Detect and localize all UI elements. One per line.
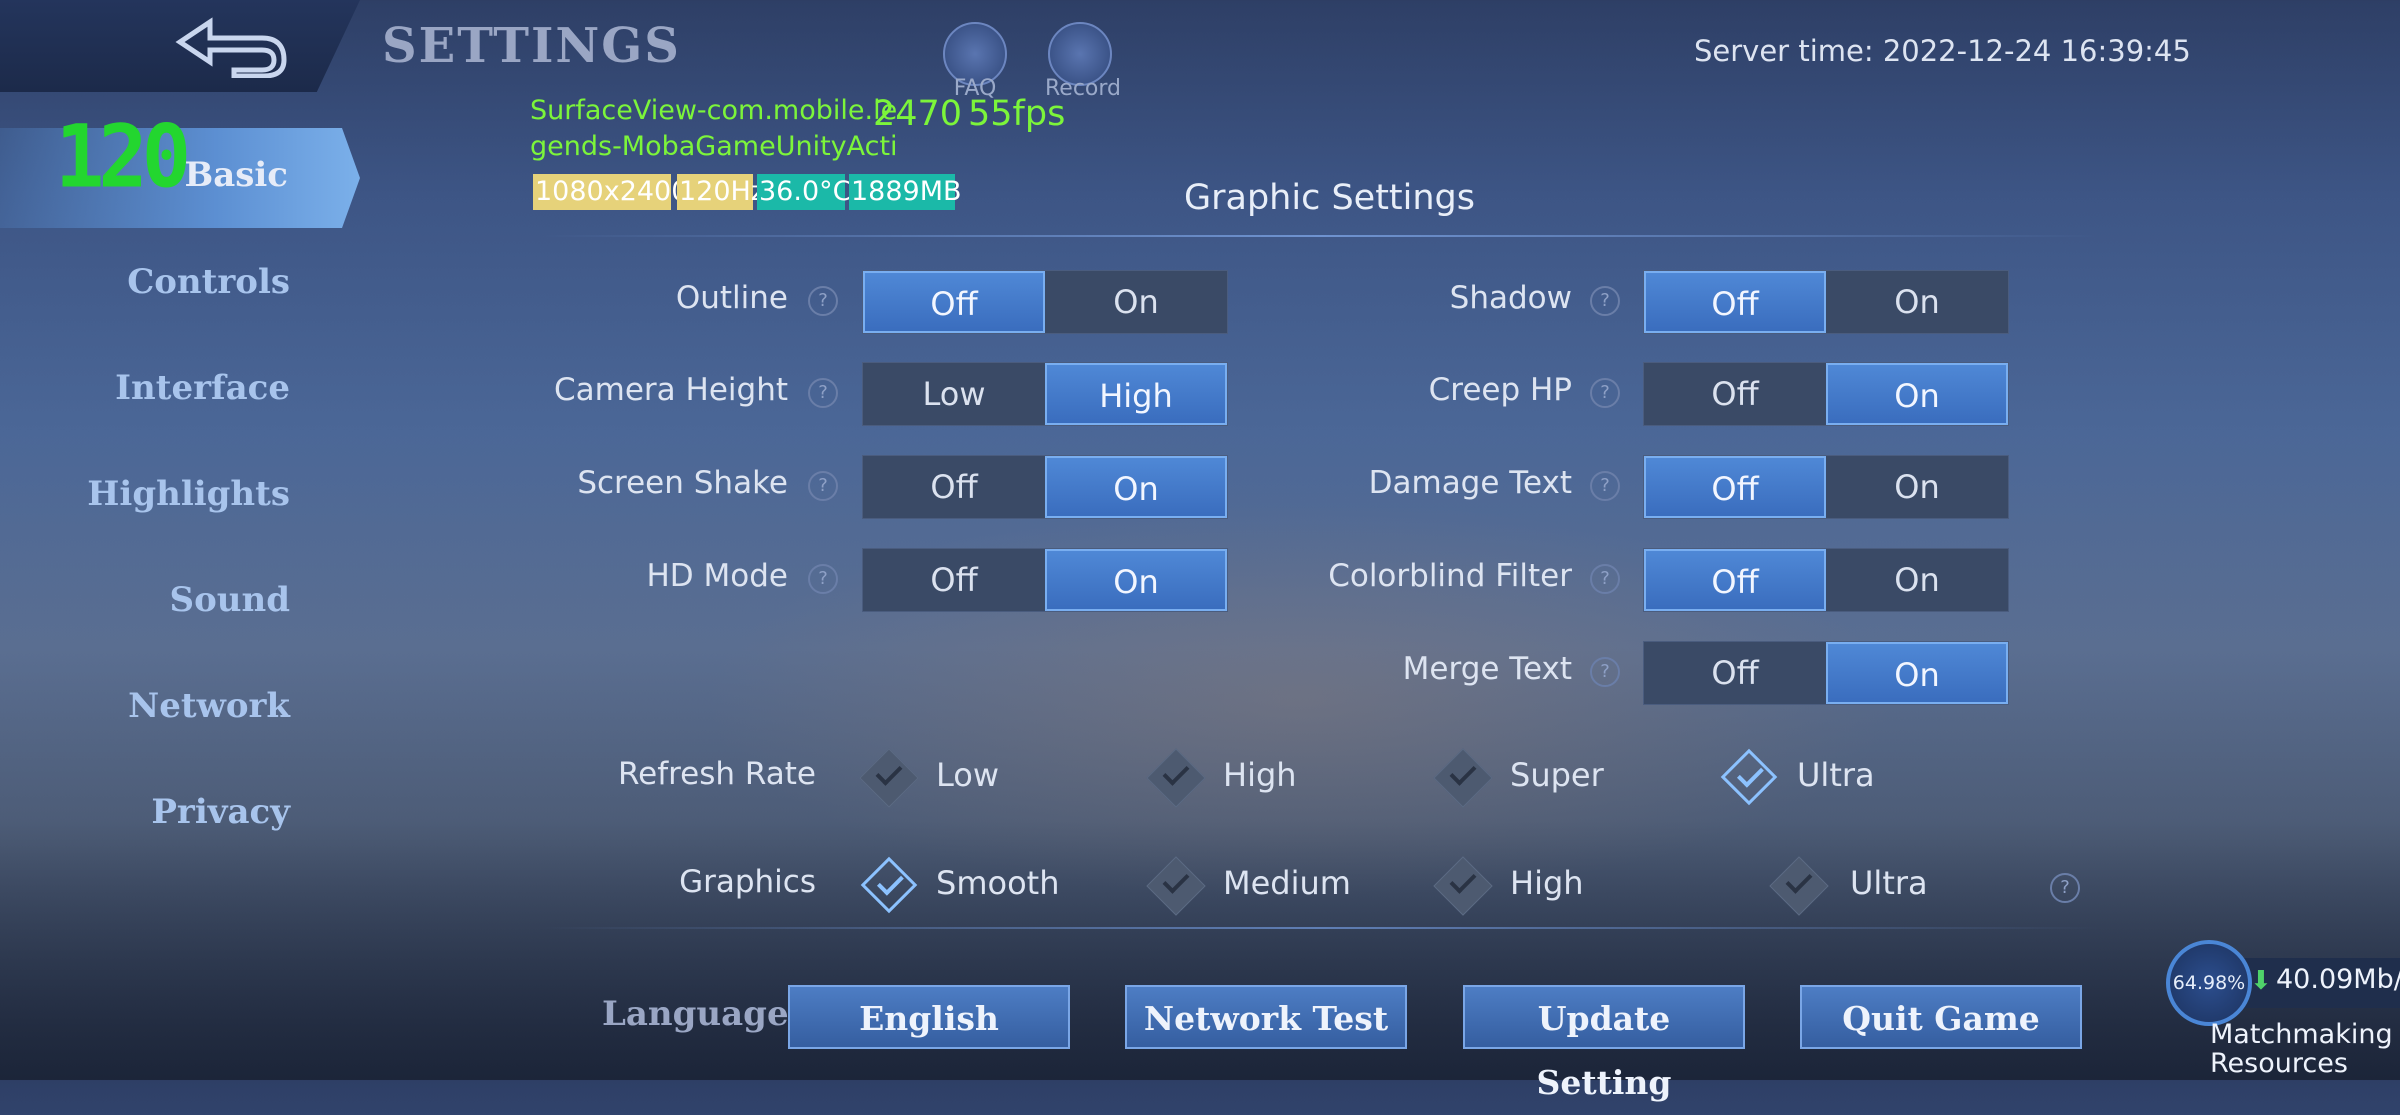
camera-height-high-option[interactable]: High	[1045, 363, 1227, 425]
damage-text-label: Damage Text	[1368, 465, 1572, 501]
damage-text-toggle[interactable]: Off On	[1643, 455, 2009, 519]
outline-toggle[interactable]: Off On	[862, 270, 1228, 334]
merge-text-label: Merge Text	[1402, 651, 1572, 687]
graphics-ultra-option[interactable]: Ultra	[1850, 864, 1928, 902]
temperature-badge: 36.0°C	[757, 174, 851, 210]
creep-hp-label: Creep HP	[1428, 372, 1572, 408]
outline-off-option[interactable]: Off	[863, 271, 1045, 333]
hd-mode-toggle[interactable]: Off On	[862, 548, 1228, 612]
sidebar-item-highlights[interactable]: Highlights	[87, 474, 290, 514]
colorblind-filter-on-option[interactable]: On	[1826, 549, 2008, 611]
refresh-super-option[interactable]: Super	[1510, 756, 1604, 794]
shadow-on-option[interactable]: On	[1826, 271, 2008, 333]
hd-mode-label: HD Mode	[646, 558, 789, 594]
screen-shake-on-option[interactable]: On	[1045, 456, 1227, 518]
damage-text-on-option[interactable]: On	[1826, 456, 2008, 518]
sidebar-item-sound[interactable]: Sound	[170, 580, 290, 620]
language-label: Language	[602, 994, 789, 1034]
merge-text-off-option[interactable]: Off	[1644, 642, 1826, 704]
camera-height-low-option[interactable]: Low	[863, 363, 1045, 425]
sidebar-item-network[interactable]: Network	[128, 686, 290, 726]
shadow-off-option[interactable]: Off	[1644, 271, 1826, 333]
download-arrow-icon: ⬇	[2250, 966, 2272, 996]
download-label-line2: Resources	[2210, 1048, 2348, 1079]
sidebar-item-controls[interactable]: Controls	[127, 262, 290, 302]
colorblind-filter-toggle[interactable]: Off On	[1643, 548, 2009, 612]
quit-game-button[interactable]: Quit Game	[1800, 985, 2082, 1049]
fps-counter: 120	[55, 107, 191, 208]
refresh-ultra-option[interactable]: Ultra	[1797, 756, 1875, 794]
surface-view-text-line1: SurfaceView-com.mobile.le	[530, 95, 898, 126]
record-button[interactable]: Record	[1045, 22, 1121, 101]
download-progress[interactable]: 64.98%	[2166, 940, 2252, 1026]
help-icon[interactable]: ?	[808, 564, 838, 594]
graphics-label: Graphics	[679, 864, 816, 900]
back-arrow-icon[interactable]	[170, 14, 290, 78]
memory-badge: 1889MB	[849, 174, 962, 210]
help-icon[interactable]: ?	[2050, 873, 2080, 903]
language-button[interactable]: English	[788, 985, 1070, 1049]
frame-count: 2470	[873, 94, 963, 134]
sidebar-item-interface[interactable]: Interface	[115, 368, 290, 408]
section-divider	[540, 235, 2100, 237]
refresh-rate-label: Refresh Rate	[617, 756, 816, 792]
help-icon[interactable]: ?	[1590, 471, 1620, 501]
graphics-medium-option[interactable]: Medium	[1223, 864, 1351, 902]
fps-readout: 55fps	[968, 94, 1066, 134]
resolution-badge: 1080x2400	[533, 174, 688, 210]
page-title: SETTINGS	[382, 18, 681, 74]
sidebar-item-basic[interactable]: Basic	[184, 155, 288, 195]
help-icon[interactable]: ?	[1590, 286, 1620, 316]
creep-hp-on-option[interactable]: On	[1826, 363, 2008, 425]
section-divider	[540, 927, 2100, 929]
section-title: Graphic Settings	[1184, 178, 1476, 218]
update-setting-button[interactable]: Update Setting	[1463, 985, 1745, 1102]
graphics-high-option[interactable]: High	[1510, 864, 1584, 902]
help-icon[interactable]: ?	[1590, 564, 1620, 594]
shadow-label: Shadow	[1449, 280, 1572, 316]
sidebar-item-privacy[interactable]: Privacy	[151, 792, 290, 832]
camera-height-label: Camera Height	[554, 372, 788, 408]
outline-on-option[interactable]: On	[1045, 271, 1227, 333]
merge-text-toggle[interactable]: Off On	[1643, 641, 2009, 705]
creep-hp-toggle[interactable]: Off On	[1643, 362, 2009, 426]
creep-hp-off-option[interactable]: Off	[1644, 363, 1826, 425]
surface-view-text-line2: gends-MobaGameUnityActi	[530, 131, 898, 162]
download-speed: 40.09Mb/s	[2276, 964, 2400, 995]
refresh-low-option[interactable]: Low	[936, 756, 999, 794]
camera-height-toggle[interactable]: Low High	[862, 362, 1228, 426]
help-icon[interactable]: ?	[1590, 657, 1620, 687]
refresh-high-option[interactable]: High	[1223, 756, 1297, 794]
refresh-badge: 120Hz	[677, 174, 765, 210]
screen-shake-label: Screen Shake	[577, 465, 788, 501]
hd-mode-on-option[interactable]: On	[1045, 549, 1227, 611]
screen-shake-toggle[interactable]: Off On	[862, 455, 1228, 519]
colorblind-filter-label: Colorblind Filter	[1328, 558, 1572, 594]
merge-text-on-option[interactable]: On	[1826, 642, 2008, 704]
help-icon[interactable]: ?	[808, 286, 838, 316]
outline-label: Outline	[675, 280, 788, 316]
damage-text-off-option[interactable]: Off	[1644, 456, 1826, 518]
faq-button[interactable]: FAQ	[940, 22, 1010, 101]
help-icon[interactable]: ?	[808, 378, 838, 408]
help-icon[interactable]: ?	[808, 471, 838, 501]
download-label-line1: Matchmaking	[2210, 1019, 2393, 1050]
graphics-smooth-option[interactable]: Smooth	[936, 864, 1059, 902]
help-icon[interactable]: ?	[1590, 378, 1620, 408]
network-test-button[interactable]: Network Test	[1125, 985, 1407, 1049]
colorblind-filter-off-option[interactable]: Off	[1644, 549, 1826, 611]
shadow-toggle[interactable]: Off On	[1643, 270, 2009, 334]
server-time: Server time: 2022-12-24 16:39:45	[1694, 34, 2191, 68]
screen-shake-off-option[interactable]: Off	[863, 456, 1045, 518]
hd-mode-off-option[interactable]: Off	[863, 549, 1045, 611]
